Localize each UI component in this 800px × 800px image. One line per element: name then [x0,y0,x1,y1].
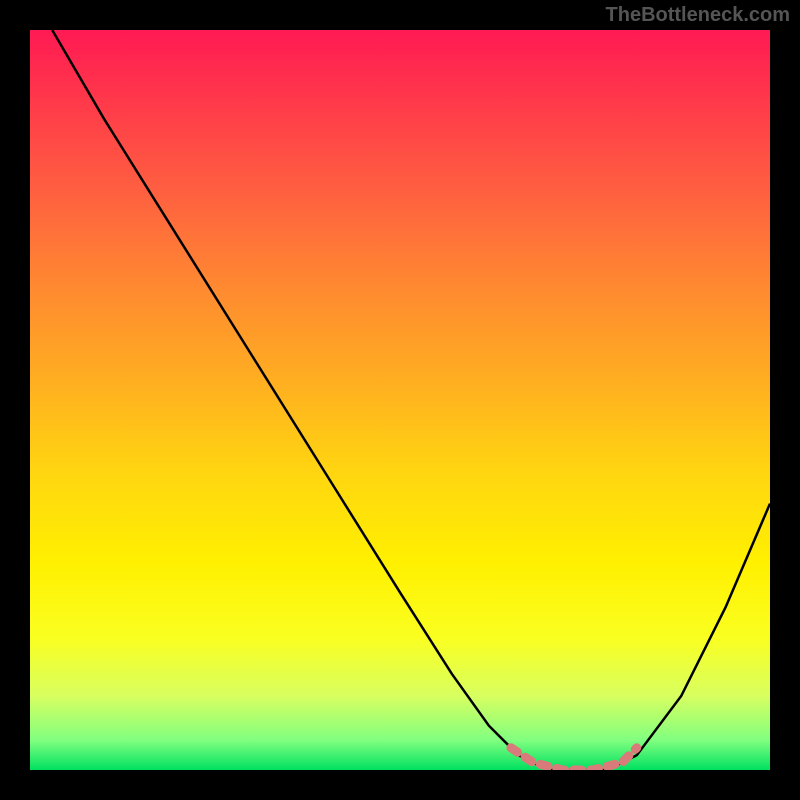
bottleneck-curve-path [52,30,770,770]
chart-svg [30,30,770,770]
watermark-text: TheBottleneck.com [606,4,790,27]
chart-plot-area [30,30,770,770]
optimal-zone-path [511,748,637,770]
